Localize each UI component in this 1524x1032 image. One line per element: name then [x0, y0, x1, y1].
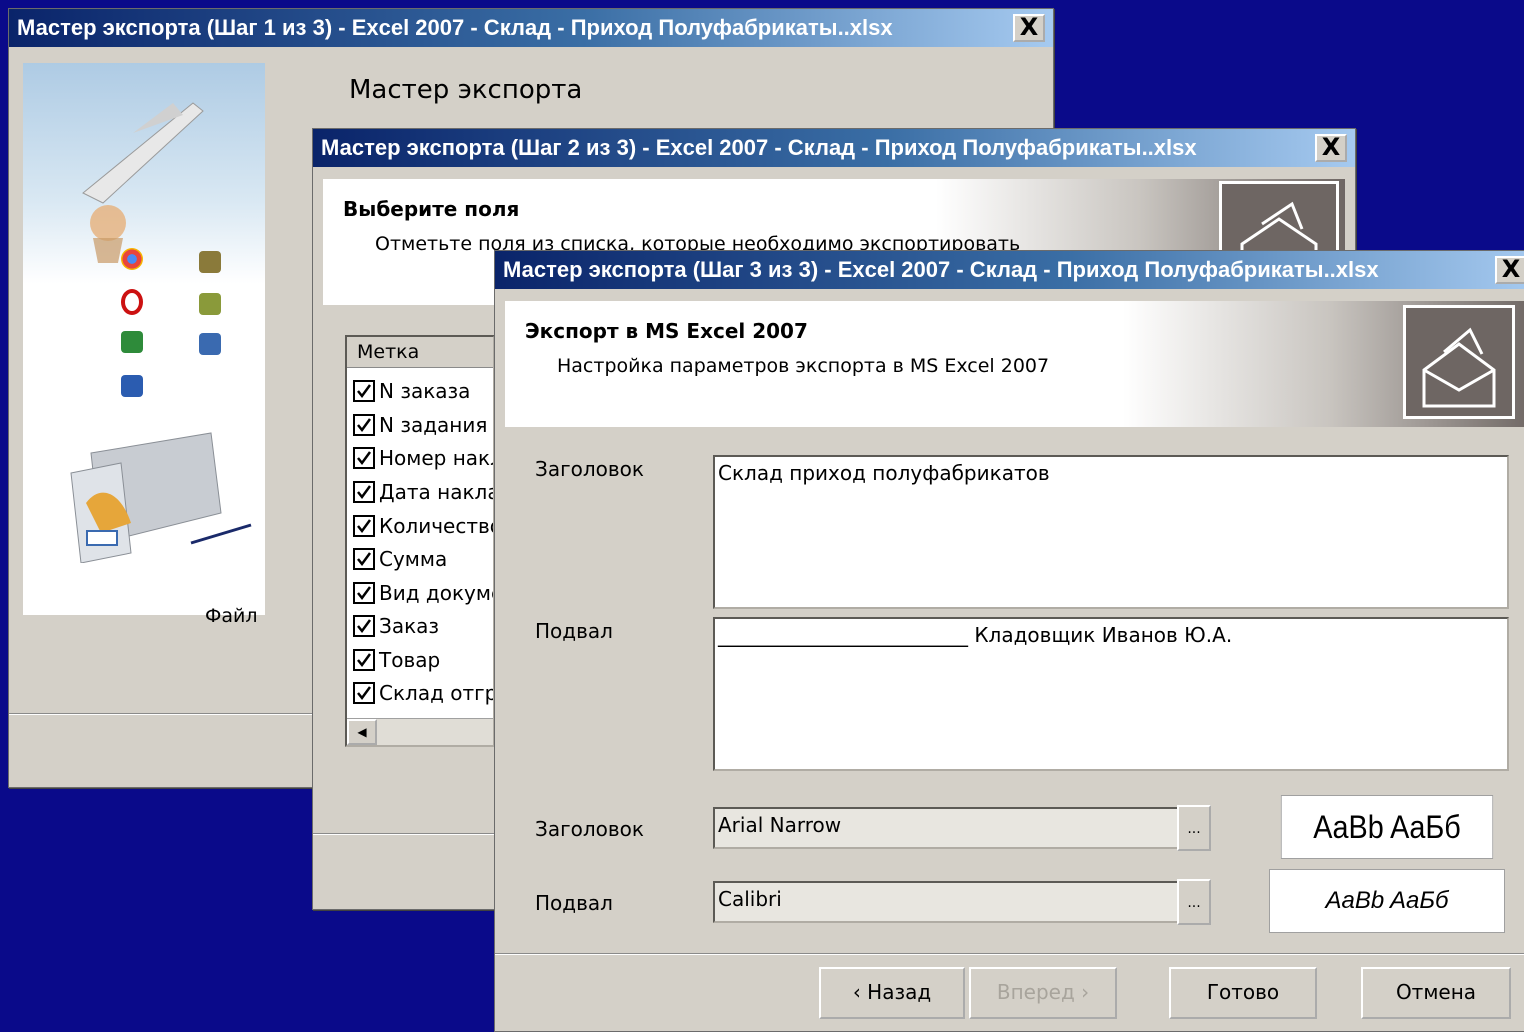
cancel-button[interactable]: Отмена — [1361, 967, 1511, 1019]
field-label: Номер накладной — [379, 446, 493, 470]
document-icon — [199, 333, 221, 355]
scroll-left-button[interactable]: ◀ — [347, 719, 377, 745]
checkbox[interactable] — [353, 480, 375, 503]
field-row[interactable]: Сумма — [353, 543, 447, 575]
checkbox[interactable] — [353, 581, 375, 604]
checkbox[interactable] — [353, 413, 375, 436]
footer-text-field[interactable]: _________________________ Кладовщик Иван… — [713, 617, 1509, 771]
header-label: Заголовок — [535, 457, 644, 481]
header-title: Выберите поля — [343, 197, 520, 221]
footer-font-preview: AaBb AaБб — [1269, 869, 1505, 933]
field-row[interactable]: N заказа — [353, 375, 470, 407]
window-titlebar[interactable]: Мастер экспорта (Шаг 2 из 3) - Excel 200… — [313, 129, 1355, 167]
field-row[interactable]: Номер накладной — [353, 442, 493, 474]
close-button[interactable]: X — [1315, 134, 1347, 162]
wizard-step3-window: Мастер экспорта (Шаг 3 из 3) - Excel 200… — [494, 250, 1524, 1032]
field-label: Количество — [379, 514, 495, 538]
field-row[interactable]: Товар — [353, 644, 440, 676]
header-subtitle: Настройка параметров экспорта в MS Excel… — [557, 355, 1050, 377]
divider — [495, 953, 1524, 955]
file-drawer-illustration — [70, 432, 252, 563]
people-icon — [199, 251, 221, 273]
field-label: Заказ — [379, 614, 440, 638]
header-title: Экспорт в MS Excel 2007 — [525, 319, 808, 343]
close-button[interactable]: X — [1495, 256, 1524, 284]
envelope-icon — [1403, 305, 1515, 419]
fields-list[interactable]: Метка N заказа N задания Номер накладной… — [345, 335, 495, 747]
field-label: Товар — [379, 648, 441, 672]
footer-font-browse-button[interactable]: ... — [1177, 879, 1211, 925]
wizard-header: Экспорт в MS Excel 2007 Настройка параме… — [505, 301, 1524, 427]
wizard-heading: Мастер экспорта — [349, 75, 583, 105]
field-row[interactable]: Количество — [353, 510, 495, 542]
window-title: Мастер экспорта (Шаг 2 из 3) - Excel 200… — [321, 135, 1197, 160]
partial-file-label: Файл — [205, 605, 258, 627]
airplane-illustration — [82, 102, 204, 263]
next-button[interactable]: Вперед › — [969, 967, 1117, 1019]
field-label: Вид документа — [379, 581, 493, 605]
window-titlebar[interactable]: Мастер экспорта (Шаг 3 из 3) - Excel 200… — [495, 251, 1524, 289]
window-title: Мастер экспорта (Шаг 3 из 3) - Excel 200… — [503, 257, 1379, 282]
header-font-field[interactable]: Arial Narrow — [713, 807, 1179, 849]
header-font-browse-button[interactable]: ... — [1177, 805, 1211, 851]
opera-icon — [121, 289, 143, 315]
checkbox[interactable] — [353, 514, 375, 537]
checkbox[interactable] — [353, 379, 375, 402]
word-icon — [121, 375, 143, 397]
field-label: Склад отгрузки — [379, 681, 495, 705]
footer-font-label: Подвал — [535, 891, 613, 915]
field-row[interactable]: N задания — [353, 409, 487, 441]
checkbox[interactable] — [353, 446, 375, 469]
wizard-sidebar-image — [23, 63, 265, 615]
finish-button[interactable]: Готово — [1169, 967, 1317, 1019]
close-button[interactable]: X — [1013, 14, 1045, 42]
header-text-field[interactable]: Склад приход полуфабрикатов — [713, 455, 1509, 609]
back-button[interactable]: ‹ Назад — [819, 967, 965, 1019]
checkbox[interactable] — [353, 547, 375, 570]
window-title: Мастер экспорта (Шаг 1 из 3) - Excel 200… — [17, 15, 893, 40]
field-row[interactable]: Вид документа — [353, 577, 493, 609]
checkbox[interactable] — [353, 681, 375, 704]
chrome-icon — [121, 248, 143, 270]
field-row[interactable]: Склад отгрузки — [353, 677, 495, 709]
list-header-label: Метка — [347, 337, 493, 368]
checkbox[interactable] — [353, 614, 375, 637]
field-row[interactable]: Дата накладной — [353, 476, 493, 508]
header-font-preview: AaBb AaБб — [1280, 795, 1494, 859]
footer-font-field[interactable]: Calibri — [713, 881, 1179, 923]
field-label: N заказа — [379, 379, 471, 403]
footer-label: Подвал — [535, 619, 613, 643]
field-row[interactable]: Заказ — [353, 610, 439, 642]
field-label: N задания — [379, 413, 488, 437]
spreadsheet-icon — [199, 293, 221, 315]
checkbox[interactable] — [353, 648, 375, 671]
field-label: Сумма — [379, 547, 448, 571]
field-label: Дата накладной — [379, 480, 493, 504]
excel-icon — [121, 331, 143, 353]
horizontal-scrollbar[interactable]: ◀ — [347, 718, 493, 745]
header-font-label: Заголовок — [535, 817, 644, 841]
window-titlebar[interactable]: Мастер экспорта (Шаг 1 из 3) - Excel 200… — [9, 9, 1053, 47]
